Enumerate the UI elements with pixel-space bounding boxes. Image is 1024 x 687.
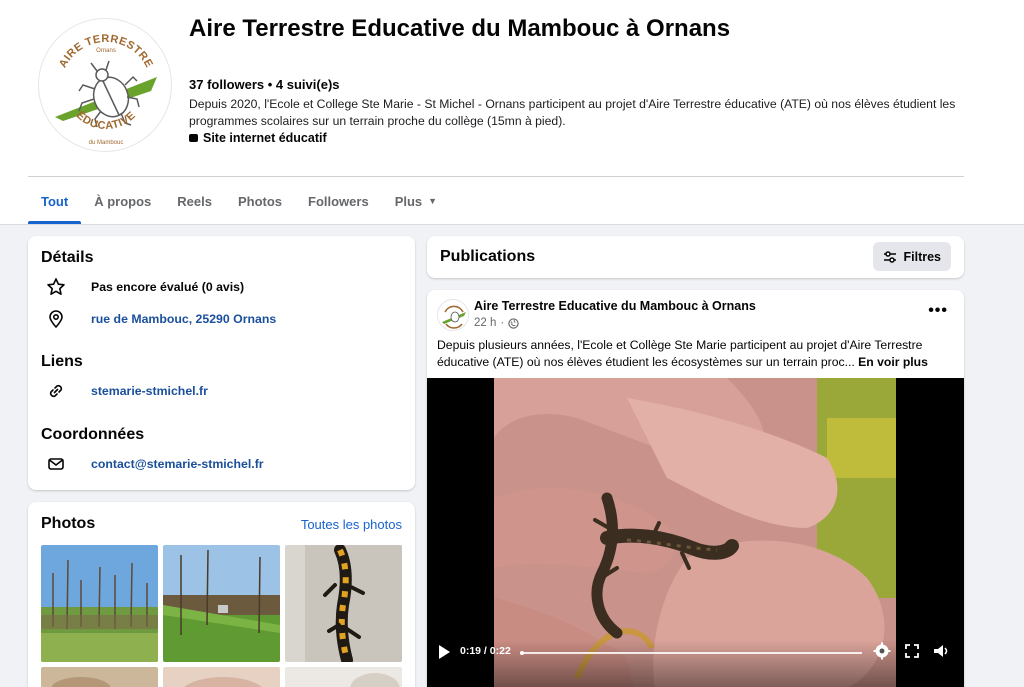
rating-text: Pas encore évalué (0 avis) [91, 280, 245, 294]
page-tabs: Tout À propos Reels Photos Followers Plu… [28, 178, 450, 224]
photo-thumbnail[interactable] [163, 667, 280, 687]
volume-icon[interactable] [932, 642, 950, 660]
photos-grid [41, 545, 402, 687]
photo-thumbnail[interactable] [163, 545, 280, 662]
photo-thumbnail[interactable] [285, 545, 402, 662]
details-title: Détails [41, 249, 94, 266]
links-title: Liens [41, 353, 83, 370]
tab-label: Photos [237, 193, 283, 209]
publications-title: Publications [440, 248, 536, 265]
page-bio: Depuis 2020, l'Ecole et College Ste Mari… [189, 97, 956, 128]
more-options-icon[interactable]: ••• [928, 302, 948, 320]
sliders-icon [884, 250, 897, 263]
video-scrubber[interactable] [520, 651, 862, 655]
header-divider [28, 176, 964, 177]
tab-followers[interactable]: Followers [295, 178, 382, 224]
filters-button[interactable]: Filtres [873, 242, 951, 271]
logo-town: Ornans [96, 48, 116, 54]
page-title: Aire Terrestre Educative du Mambouc à Or… [189, 15, 731, 42]
tab-label: Reels [177, 193, 212, 209]
photos-title: Photos [41, 515, 96, 532]
website-category: Site internet éducatif [189, 131, 327, 145]
link-icon [45, 380, 67, 402]
video-frame [427, 378, 964, 687]
photo-thumbnail[interactable] [41, 545, 158, 662]
all-photos-link[interactable]: Toutes les photos [301, 517, 402, 532]
post-author-name[interactable]: Aire Terrestre Educative du Mambouc à Or… [474, 299, 756, 313]
scrubber-knob[interactable] [520, 651, 524, 655]
rating-row: Pas encore évalué (0 avis) [45, 276, 244, 298]
tab-reels[interactable]: Reels [164, 178, 225, 224]
post-card: Aire Terrestre Educative du Mambouc à Or… [427, 290, 964, 687]
settings-gear-icon[interactable] [873, 642, 891, 660]
tab-a-propos[interactable]: À propos [81, 178, 164, 224]
details-card: Détails Pas encore évalué (0 avis) rue d… [28, 236, 415, 490]
tab-label: À propos [94, 193, 152, 209]
tab-label: Tout [41, 193, 69, 209]
ate-logo: AIRE TERRESTRE Ornans ÉDUCATIVE du Mambo… [55, 33, 157, 146]
page-header: AIRE TERRESTRE Ornans ÉDUCATIVE du Mambo… [0, 0, 1024, 225]
tab-plus[interactable]: Plus ▼ [382, 178, 450, 224]
fullscreen-icon[interactable] [903, 642, 921, 660]
see-more-link[interactable]: En voir plus [858, 355, 928, 369]
email-row: contact@stemarie-stmichel.fr [45, 453, 264, 475]
play-icon[interactable] [439, 645, 450, 659]
contact-title: Coordonnées [41, 426, 145, 443]
tab-label: Plus [394, 193, 423, 209]
post-text: Depuis plusieurs années, l'Ecole et Coll… [437, 337, 957, 370]
website-category-label: Site internet éducatif [203, 131, 327, 145]
photo-thumbnail[interactable] [285, 667, 402, 687]
video-player[interactable]: 0:19 / 0:22 [427, 378, 964, 687]
followers-count[interactable]: 37 followers • 4 suivi(e)s [189, 77, 340, 92]
post-meta: 22 h · [474, 317, 519, 329]
video-time: 0:19 / 0:22 [460, 645, 511, 657]
envelope-icon [45, 453, 67, 475]
location-pin-icon [45, 308, 67, 330]
website-link[interactable]: stemarie-stmichel.fr [91, 384, 208, 398]
photos-card: Photos Toutes les photos [28, 502, 415, 687]
post-author-avatar[interactable] [437, 299, 469, 331]
photo-thumbnail[interactable] [41, 667, 158, 687]
filters-label: Filtres [903, 249, 941, 264]
globe-icon [508, 317, 519, 329]
address-row: rue de Mambouc, 25290 Ornans [45, 308, 276, 330]
star-icon [45, 276, 67, 298]
post-timestamp[interactable]: 22 h [474, 317, 496, 329]
caret-down-icon: ▼ [428, 196, 438, 206]
logo-sub: du Mambouc [89, 140, 124, 146]
publications-header: Publications Filtres [427, 236, 964, 278]
briefcase-icon [189, 134, 198, 142]
website-row: stemarie-stmichel.fr [45, 380, 208, 402]
tab-tout[interactable]: Tout [28, 178, 82, 224]
dot-separator: · [500, 317, 505, 329]
page-profile-logo[interactable]: AIRE TERRESTRE Ornans ÉDUCATIVE du Mambo… [38, 18, 172, 152]
email-link[interactable]: contact@stemarie-stmichel.fr [91, 457, 264, 471]
tab-label: Followers [308, 193, 369, 209]
address-link[interactable]: rue de Mambouc, 25290 Ornans [91, 312, 276, 326]
tab-photos[interactable]: Photos [225, 178, 295, 224]
post-body: Depuis plusieurs années, l'Ecole et Coll… [437, 338, 923, 369]
